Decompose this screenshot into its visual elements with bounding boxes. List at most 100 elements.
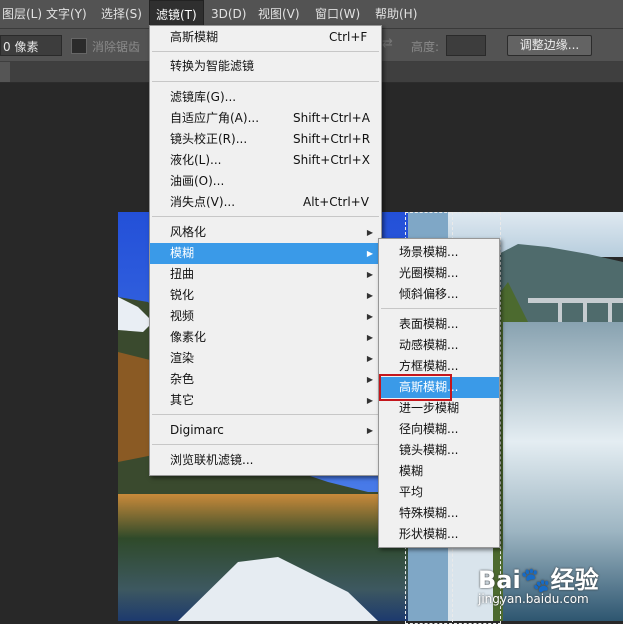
menu-item-gaussian-blur-last[interactable]: 高斯模糊 Ctrl+F [150, 27, 381, 48]
item-shortcut: Ctrl+F [329, 30, 368, 44]
menu-item-pixelate[interactable]: 像素化 ▶ [150, 327, 381, 348]
submenu-item-blur[interactable]: 模糊 [379, 461, 499, 482]
document-tab[interactable] [0, 62, 10, 82]
item-label: 进一步模糊 [399, 401, 460, 415]
item-label: 消失点(V)... [170, 195, 236, 209]
item-label: 特殊模糊... [399, 506, 459, 520]
submenu-item-field-blur[interactable]: 场景模糊... [379, 242, 499, 263]
item-label: 风格化 [170, 225, 207, 239]
menu-item-other[interactable]: 其它 ▶ [150, 390, 381, 411]
menu-item-sharpen[interactable]: 锐化 ▶ [150, 285, 381, 306]
menu-filter[interactable]: 滤镜(T) [149, 0, 204, 28]
submenu-arrow-icon: ▶ [366, 291, 373, 300]
menu-separator [152, 51, 379, 52]
menu-separator [152, 81, 379, 82]
menu-item-browse-online[interactable]: 浏览联机滤镜... [150, 450, 381, 471]
swap-icon: ⇄ [382, 36, 393, 51]
item-label: 油画(O)... [170, 174, 225, 188]
submenu-item-blur-more[interactable]: 进一步模糊 [379, 398, 499, 419]
item-label: 镜头校正(R)... [170, 132, 248, 146]
item-label: 光圈模糊... [399, 266, 459, 280]
item-label: 锐化 [170, 288, 195, 302]
item-label: 像素化 [170, 330, 207, 344]
item-shortcut: Shift+Ctrl+X [293, 153, 370, 167]
item-label: 杂色 [170, 372, 195, 386]
submenu-arrow-icon: ▶ [366, 426, 373, 435]
item-shortcut: Shift+Ctrl+R [293, 132, 371, 146]
menu-separator [152, 414, 379, 415]
item-label: 场景模糊... [399, 245, 459, 259]
item-label: 浏览联机滤镜... [170, 453, 254, 467]
highlight-callout-box [379, 374, 452, 401]
menu-type[interactable]: 文字(Y) [40, 0, 93, 28]
submenu-arrow-icon: ▶ [366, 270, 373, 279]
submenu-arrow-icon: ▶ [366, 312, 373, 321]
menu-item-video[interactable]: 视频 ▶ [150, 306, 381, 327]
submenu-arrow-icon: ▶ [366, 396, 373, 405]
menu-view[interactable]: 视图(V) [252, 0, 306, 28]
item-label: 渲染 [170, 351, 195, 365]
item-label: 转换为智能滤镜 [170, 59, 255, 73]
submenu-item-tilt-shift[interactable]: 倾斜偏移... [379, 284, 499, 305]
menu-item-filter-gallery[interactable]: 滤镜库(G)... [150, 87, 381, 108]
menu-item-lens-correction[interactable]: 镜头校正(R)... Shift+Ctrl+R [150, 129, 381, 150]
item-shortcut: Shift+Ctrl+A [293, 111, 370, 125]
item-label: 倾斜偏移... [399, 287, 459, 301]
item-label: 液化(L)... [170, 153, 222, 167]
submenu-arrow-icon: ▶ [366, 333, 373, 342]
item-label: 模糊 [399, 464, 424, 478]
menu-item-liquify[interactable]: 液化(L)... Shift+Ctrl+X [150, 150, 381, 171]
item-label: 径向模糊... [399, 422, 459, 436]
submenu-arrow-icon: ▶ [366, 228, 373, 237]
watermark-logo: Bai🐾经验 [478, 566, 599, 594]
item-label: 形状模糊... [399, 527, 459, 541]
submenu-item-iris-blur[interactable]: 光圈模糊... [379, 263, 499, 284]
item-label: 视频 [170, 309, 195, 323]
menu-item-digimarc[interactable]: Digimarc ▶ [150, 420, 381, 441]
menu-separator [152, 444, 379, 445]
item-label: 扭曲 [170, 267, 195, 281]
menu-item-vanishing-point[interactable]: 消失点(V)... Alt+Ctrl+V [150, 192, 381, 213]
submenu-item-average[interactable]: 平均 [379, 482, 499, 503]
height-field[interactable] [446, 35, 486, 56]
menu-item-distort[interactable]: 扭曲 ▶ [150, 264, 381, 285]
menu-item-adaptive-wide-angle[interactable]: 自适应广角(A)... Shift+Ctrl+A [150, 108, 381, 129]
item-label: 镜头模糊... [399, 443, 459, 457]
menu-select[interactable]: 选择(S) [95, 0, 148, 28]
feather-field[interactable]: 0 像素 [0, 35, 62, 56]
menu-item-oil-paint[interactable]: 油画(O)... [150, 171, 381, 192]
menu-item-render[interactable]: 渲染 ▶ [150, 348, 381, 369]
submenu-arrow-icon: ▶ [366, 249, 373, 258]
menu-item-blur[interactable]: 模糊 ▶ [150, 243, 381, 264]
menu-3d[interactable]: 3D(D) [205, 0, 252, 28]
menu-separator [381, 308, 497, 309]
height-label: 高度: [411, 40, 440, 54]
item-label: 动感模糊... [399, 338, 459, 352]
submenu-arrow-icon: ▶ [366, 354, 373, 363]
item-label: 其它 [170, 393, 195, 407]
submenu-arrow-icon: ▶ [366, 375, 373, 384]
submenu-item-motion-blur[interactable]: 动感模糊... [379, 335, 499, 356]
submenu-item-lens-blur[interactable]: 镜头模糊... [379, 440, 499, 461]
item-label: 滤镜库(G)... [170, 90, 237, 104]
antialias-checkbox[interactable] [71, 38, 87, 54]
submenu-item-surface-blur[interactable]: 表面模糊... [379, 314, 499, 335]
antialias-label: 消除锯齿 [92, 40, 141, 54]
item-label: 表面模糊... [399, 317, 459, 331]
menu-item-smart-filter[interactable]: 转换为智能滤镜 [150, 56, 381, 77]
filter-menu: 高斯模糊 Ctrl+F 转换为智能滤镜 滤镜库(G)... 自适应广角(A)..… [149, 25, 382, 476]
menu-item-noise[interactable]: 杂色 ▶ [150, 369, 381, 390]
item-label: 自适应广角(A)... [170, 111, 260, 125]
submenu-item-smart-blur[interactable]: 特殊模糊... [379, 503, 499, 524]
menu-window[interactable]: 窗口(W) [309, 0, 366, 28]
feather-value: 0 像素 [3, 40, 39, 54]
item-label: 高斯模糊 [170, 30, 219, 44]
submenu-item-radial-blur[interactable]: 径向模糊... [379, 419, 499, 440]
menu-help[interactable]: 帮助(H) [369, 0, 423, 28]
refine-edge-button[interactable]: 调整边缘... [507, 35, 592, 56]
item-label: 模糊 [170, 246, 195, 260]
baidu-jingyan-watermark: Bai🐾经验 jingyan.baidu.com [478, 560, 618, 610]
watermark-url: jingyan.baidu.com [478, 592, 589, 606]
submenu-item-shape-blur[interactable]: 形状模糊... [379, 524, 499, 545]
menu-item-stylize[interactable]: 风格化 ▶ [150, 222, 381, 243]
